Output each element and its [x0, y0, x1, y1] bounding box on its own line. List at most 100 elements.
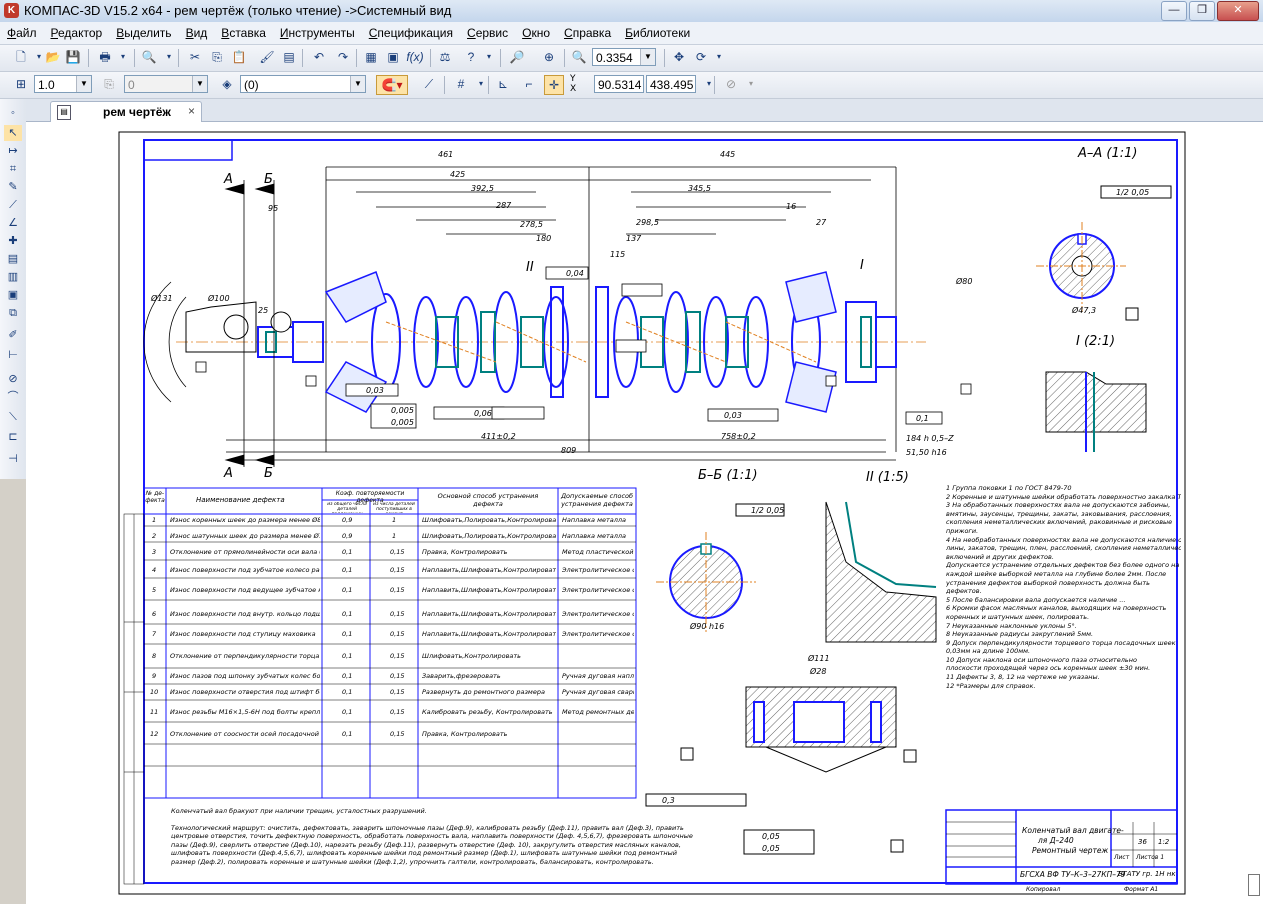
local-cs-icon[interactable]: ⊾ — [494, 75, 512, 93]
measure-icon[interactable]: ⚖ — [436, 48, 454, 66]
tab-close-icon[interactable]: × — [188, 104, 195, 118]
redo-icon[interactable]: ↷ — [334, 48, 352, 66]
menu-file[interactable]: Файл — [0, 26, 44, 40]
undo-icon[interactable]: ↶ — [310, 48, 328, 66]
drawing-canvas[interactable]: А–А (1:1) I (2:1) Б–Б (1:1) II (1:5) А Б… — [26, 122, 1263, 904]
select-tool-icon[interactable]: ✚ — [4, 233, 22, 249]
pointer-edit-icon[interactable]: ↖ — [4, 125, 22, 141]
hatch-tool-icon[interactable]: ⊏ — [4, 429, 22, 445]
line-scale-field[interactable]: 1.0 ▼ — [34, 75, 92, 93]
menu-help[interactable]: Справка — [557, 26, 618, 40]
properties-icon[interactable]: ▤ — [280, 48, 298, 66]
row-5-coef2: 0,15 — [390, 586, 405, 594]
library-icon[interactable]: ▣ — [384, 48, 402, 66]
refresh-dropdown-icon[interactable]: ▾ — [710, 48, 728, 66]
row-6-num: 6 — [152, 610, 157, 618]
menu-insert[interactable]: Вставка — [214, 26, 273, 40]
snap-magnet-icon[interactable]: 🧲▾ — [376, 75, 408, 95]
linear-dim-icon[interactable]: ⊣ — [4, 451, 22, 467]
row-10-coef2: 0,15 — [390, 688, 405, 696]
zoom-fit-icon[interactable]: ⊕ — [540, 48, 558, 66]
help-dropdown-icon[interactable]: ▾ — [480, 48, 498, 66]
restore-button[interactable]: ❐ — [1189, 1, 1215, 21]
print-dropdown-icon[interactable]: ▾ — [114, 48, 132, 66]
row-7-num: 7 — [152, 630, 157, 638]
edit-icon[interactable]: ✎ — [4, 179, 22, 195]
row-9-alt: Ручная дуговая наплавка — [562, 672, 634, 680]
row-3-alt: Метод пластической деформации — [562, 548, 634, 556]
parametrization-icon[interactable]: ⟋ — [4, 197, 22, 213]
zoom-field[interactable]: 0.3354 ▼ — [592, 48, 656, 66]
geometry-icon[interactable]: ◦ — [4, 105, 22, 121]
row-5-coef1: 0,1 — [342, 586, 353, 594]
menu-view[interactable]: Вид — [179, 26, 215, 40]
row-5-alt: Электролитическое обработка — [562, 586, 634, 594]
preview-dropdown-icon[interactable]: ▾ — [160, 48, 178, 66]
row-3-name: Отклонение от прямолинейности оси вала б… — [170, 548, 320, 556]
note-line: 5 После балансировки вала допускается на… — [946, 595, 1126, 604]
chamfer-tool-icon[interactable]: ⟍ — [4, 409, 22, 425]
cut-icon[interactable]: ✂ — [186, 48, 204, 66]
ortho-mode-icon[interactable]: ⌐ — [520, 75, 538, 93]
new-document-icon[interactable]: 🗋 — [12, 48, 30, 66]
spec-icon[interactable]: ▤ — [4, 251, 22, 267]
tab-rem-chertezh[interactable]: ▤ рем чертёж × — [50, 101, 202, 122]
menu-libraries[interactable]: Библиотеки — [618, 26, 697, 40]
save-icon[interactable]: 💾 — [64, 48, 82, 66]
preview-icon[interactable]: 🔍 — [140, 48, 158, 66]
manager-icon[interactable]: ▦ — [362, 48, 380, 66]
line-style-icon[interactable]: ⊞ — [12, 75, 30, 93]
pen-tool-icon[interactable]: ✐ — [4, 327, 22, 343]
width-tool-icon[interactable]: ⊢ — [4, 347, 22, 363]
paste-icon[interactable]: 📋 — [230, 48, 248, 66]
measure-tool-icon[interactable]: ∠ — [4, 215, 22, 231]
zoom-window-icon[interactable]: 🔎 — [508, 48, 526, 66]
ortho-icon[interactable]: ⟋ — [420, 75, 438, 93]
fragments-icon[interactable]: ⧉ — [4, 305, 22, 321]
cursor-snap-icon[interactable]: ✛ — [544, 75, 564, 95]
circle-tool-icon[interactable]: ⊘ — [4, 371, 22, 387]
tol-004: 0,04 — [566, 269, 584, 278]
menu-window[interactable]: Окно — [515, 26, 557, 40]
view-1-title: I (2:1) — [1076, 334, 1116, 349]
menu-editor[interactable]: Редактор — [44, 26, 110, 40]
canvas-corner-widget[interactable] — [1248, 874, 1260, 896]
menu-specification[interactable]: Спецификация — [362, 26, 460, 40]
grid-icon[interactable]: # — [452, 75, 470, 93]
designations-icon[interactable]: ⌗ — [4, 161, 22, 177]
reports-icon[interactable]: ▥ — [4, 269, 22, 285]
row-4-alt: Электролитическое обработка — [562, 566, 634, 574]
row-8-num: 8 — [152, 652, 157, 660]
variables-icon[interactable]: f(x) — [406, 48, 424, 66]
copy-icon[interactable]: ⎘ — [208, 48, 226, 66]
print-icon[interactable]: 🖶 — [96, 48, 114, 66]
layer-dropdown-icon[interactable]: ▼ — [350, 76, 365, 92]
arc-tool-icon[interactable]: ⌒ — [4, 389, 22, 405]
close-button[interactable]: ✕ — [1217, 1, 1259, 21]
row-7-name: Износ поверхности под ступицу маховика — [170, 630, 316, 638]
layer-icon[interactable]: ◈ — [218, 75, 236, 93]
format-painter-icon[interactable]: 🖌 — [258, 48, 276, 66]
line-scale-dropdown-icon[interactable]: ▼ — [76, 76, 91, 92]
dim-d100: Ø100 — [208, 294, 230, 303]
open-icon[interactable]: 📂 — [44, 48, 62, 66]
help-pointer-icon[interactable]: ? — [462, 48, 480, 66]
layer-field[interactable]: (0) ▼ — [240, 75, 366, 93]
coord-x-field[interactable]: 90.5314 — [594, 75, 644, 93]
zoom-dropdown-icon[interactable]: ▼ — [640, 49, 655, 65]
row-10-name: Износ поверхности отверстия под штифт бо… — [170, 688, 320, 696]
refresh-icon[interactable]: ⟳ — [692, 48, 710, 66]
dimensions-icon[interactable]: ↦ — [4, 143, 22, 159]
coord-y-field[interactable]: 438.495 — [646, 75, 696, 93]
insert-icon[interactable]: ▣ — [4, 287, 22, 303]
coord-dropdown-icon[interactable]: ▾ — [700, 75, 718, 93]
kompas-app-icon[interactable]: K — [4, 3, 19, 18]
pan-icon[interactable]: ✥ — [670, 48, 688, 66]
menu-service[interactable]: Сервис — [460, 26, 515, 40]
minimize-button[interactable]: — — [1161, 1, 1187, 21]
dim-411: 411±0,2 — [481, 432, 516, 441]
menu-tools[interactable]: Инструменты — [273, 26, 362, 40]
note-line: 4 На необработанных поверхностях вала не… — [946, 535, 1181, 544]
zoom-in-icon[interactable]: 🔍 — [570, 48, 588, 66]
menu-select[interactable]: Выделить — [109, 26, 178, 40]
